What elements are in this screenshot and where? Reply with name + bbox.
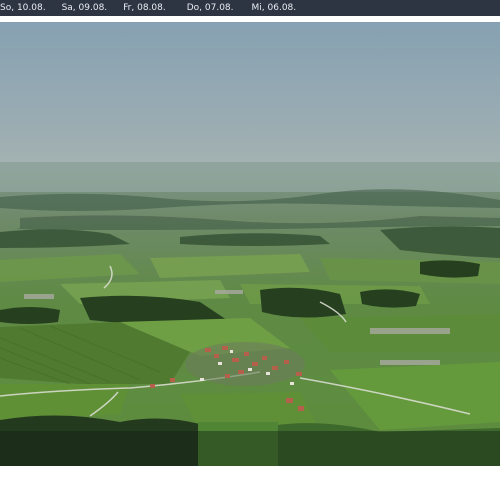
caption-overlay [0, 431, 500, 466]
date-tab-sat[interactable]: Sa, 09.08. [62, 0, 108, 16]
date-tab-thu[interactable]: Do, 07.08. [187, 0, 234, 16]
date-tab-sun[interactable]: So, 10.08. [0, 0, 46, 16]
landscape-photo-icon [0, 22, 500, 466]
webcam-image[interactable] [0, 22, 500, 466]
date-tab-fri[interactable]: Fr, 08.08. [123, 0, 166, 16]
date-tab-wed[interactable]: Mi, 06.08. [252, 0, 297, 16]
archive-date-bar: So, 10.08. Sa, 09.08. Fr, 08.08. Do, 07.… [0, 0, 500, 16]
